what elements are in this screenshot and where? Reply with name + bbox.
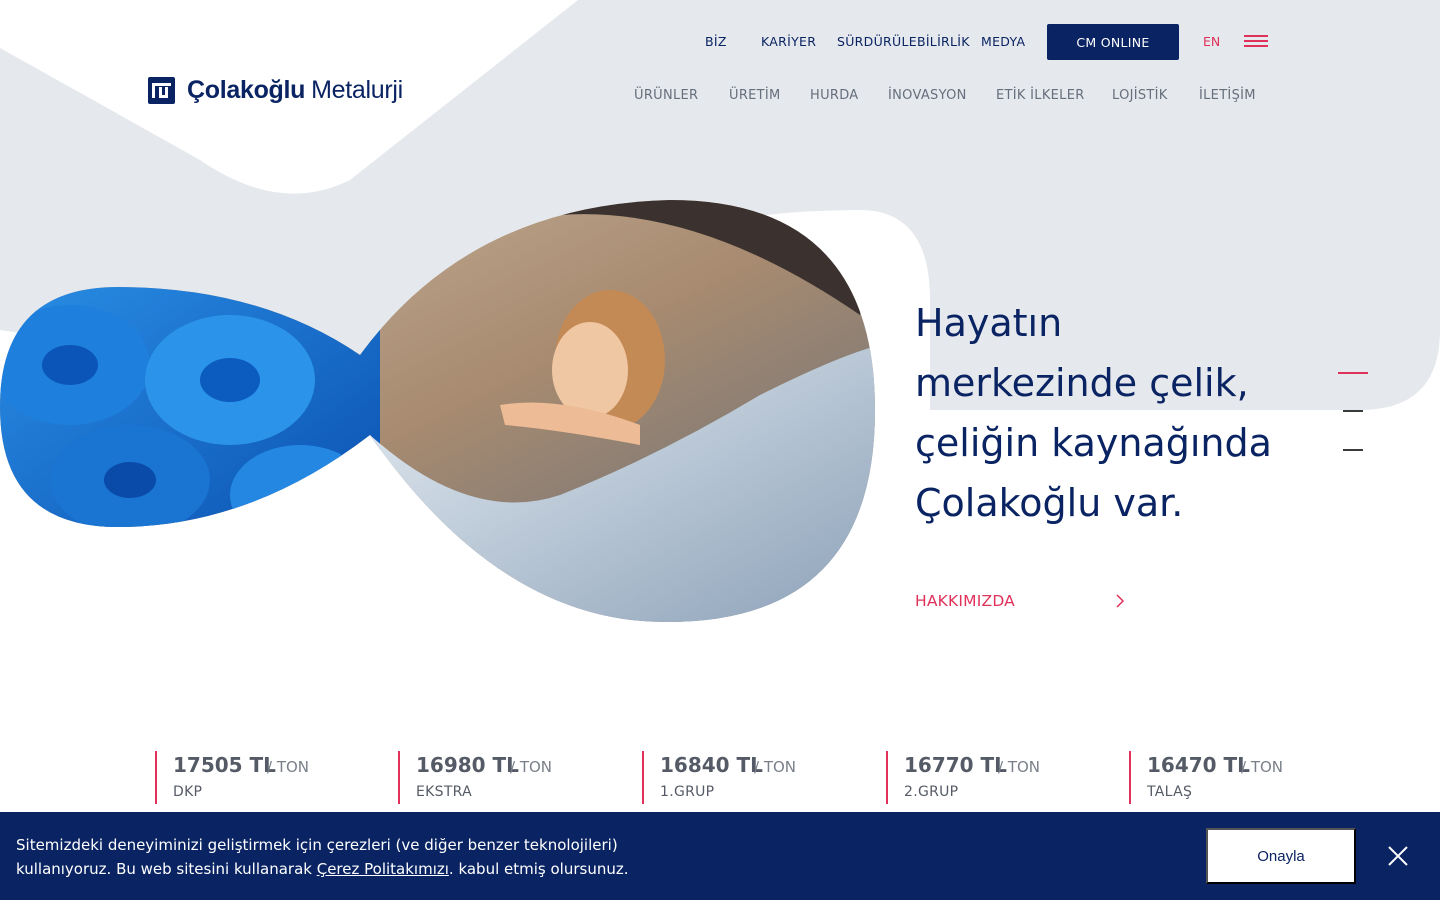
hero-image bbox=[0, 200, 875, 623]
price-unit: / TON bbox=[510, 758, 553, 776]
price-item-talas: 16470 TL / TON TALAŞ bbox=[1129, 751, 1329, 804]
price-unit: / TON bbox=[267, 758, 310, 776]
language-switch[interactable]: EN bbox=[1203, 34, 1220, 49]
nav-hurda[interactable]: HURDA bbox=[810, 88, 859, 103]
price-item-dkp: 17505 TL / TON DKP bbox=[155, 751, 355, 804]
top-nav-surdurulebilirlik[interactable]: SÜRDÜRÜLEBİLİRLİK bbox=[837, 34, 970, 49]
close-icon[interactable] bbox=[1386, 844, 1410, 868]
nav-uretim[interactable]: ÜRETİM bbox=[729, 88, 781, 103]
price-value: 16840 TL bbox=[660, 753, 763, 777]
hero-title: Hayatın merkezinde çelik, çeliğin kaynağ… bbox=[915, 293, 1335, 533]
about-us-link[interactable]: HAKKIMIZDA bbox=[915, 590, 1125, 612]
price-value: 16770 TL bbox=[904, 753, 1007, 777]
price-label: 2.GRUP bbox=[904, 784, 959, 800]
cookie-text-end: . kabul etmiş olursunuz. bbox=[448, 860, 629, 878]
nav-inovasyon[interactable]: İNOVASYON bbox=[888, 88, 967, 103]
about-us-label: HAKKIMIZDA bbox=[915, 592, 1015, 610]
top-nav-kariyer[interactable]: KARİYER bbox=[761, 34, 816, 49]
logo[interactable]: Çolakoğlu Metalurji bbox=[148, 75, 403, 105]
logo-text-bold: Çolakoğlu bbox=[187, 75, 306, 104]
price-label: DKP bbox=[173, 784, 203, 800]
hero-title-line: çeliğin kaynağında bbox=[915, 421, 1272, 465]
cookie-text: Sitemizdeki deneyiminizi geliştirmek içi… bbox=[16, 833, 636, 881]
cookie-banner: Sitemizdeki deneyiminizi geliştirmek içi… bbox=[0, 812, 1440, 900]
logo-text-light: Metalurji bbox=[311, 75, 403, 104]
hero-title-line: merkezinde çelik, bbox=[915, 361, 1249, 405]
price-label: TALAŞ bbox=[1147, 784, 1193, 800]
logo-mark-icon bbox=[148, 76, 175, 104]
price-unit: / TON bbox=[1241, 758, 1284, 776]
price-label: 1.GRUP bbox=[660, 784, 715, 800]
nav-etik-ilkeler[interactable]: ETİK İLKELER bbox=[996, 88, 1085, 103]
slide-indicator-active[interactable] bbox=[1338, 372, 1368, 374]
price-value: 17505 TL bbox=[173, 753, 276, 777]
chevron-right-icon bbox=[1116, 594, 1125, 608]
accept-cookies-button[interactable]: Onayla bbox=[1206, 828, 1356, 884]
price-item-2-grup: 16770 TL / TON 2.GRUP bbox=[886, 751, 1086, 804]
cookie-policy-link[interactable]: Çerez Politakımızı bbox=[317, 860, 449, 878]
slide-indicator[interactable] bbox=[1343, 410, 1363, 412]
price-unit: / TON bbox=[754, 758, 797, 776]
top-nav-biz[interactable]: BİZ bbox=[705, 34, 727, 49]
price-value: 16470 TL bbox=[1147, 753, 1250, 777]
hero-title-line: Çolakoğlu var. bbox=[915, 481, 1184, 525]
hamburger-icon[interactable] bbox=[1244, 35, 1268, 49]
top-nav-medya[interactable]: MEDYA bbox=[981, 34, 1025, 49]
price-unit: / TON bbox=[998, 758, 1041, 776]
nav-urunler[interactable]: ÜRÜNLER bbox=[634, 88, 698, 103]
price-item-ekstra: 16980 TL / TON EKSTRA bbox=[398, 751, 598, 804]
top-nav: BİZ KARİYER SÜRDÜRÜLEBİLİRLİK MEDYA CM O… bbox=[0, 24, 1440, 60]
price-item-1-grup: 16840 TL / TON 1.GRUP bbox=[642, 751, 842, 804]
hero-title-line: Hayatın bbox=[915, 301, 1063, 345]
price-label: EKSTRA bbox=[416, 784, 473, 800]
slide-indicator[interactable] bbox=[1343, 449, 1363, 451]
nav-iletisim[interactable]: İLETİŞİM bbox=[1199, 88, 1256, 103]
nav-lojistik[interactable]: LOJİSTİK bbox=[1112, 88, 1168, 103]
price-value: 16980 TL bbox=[416, 753, 519, 777]
cm-online-button[interactable]: CM ONLINE bbox=[1047, 24, 1179, 60]
